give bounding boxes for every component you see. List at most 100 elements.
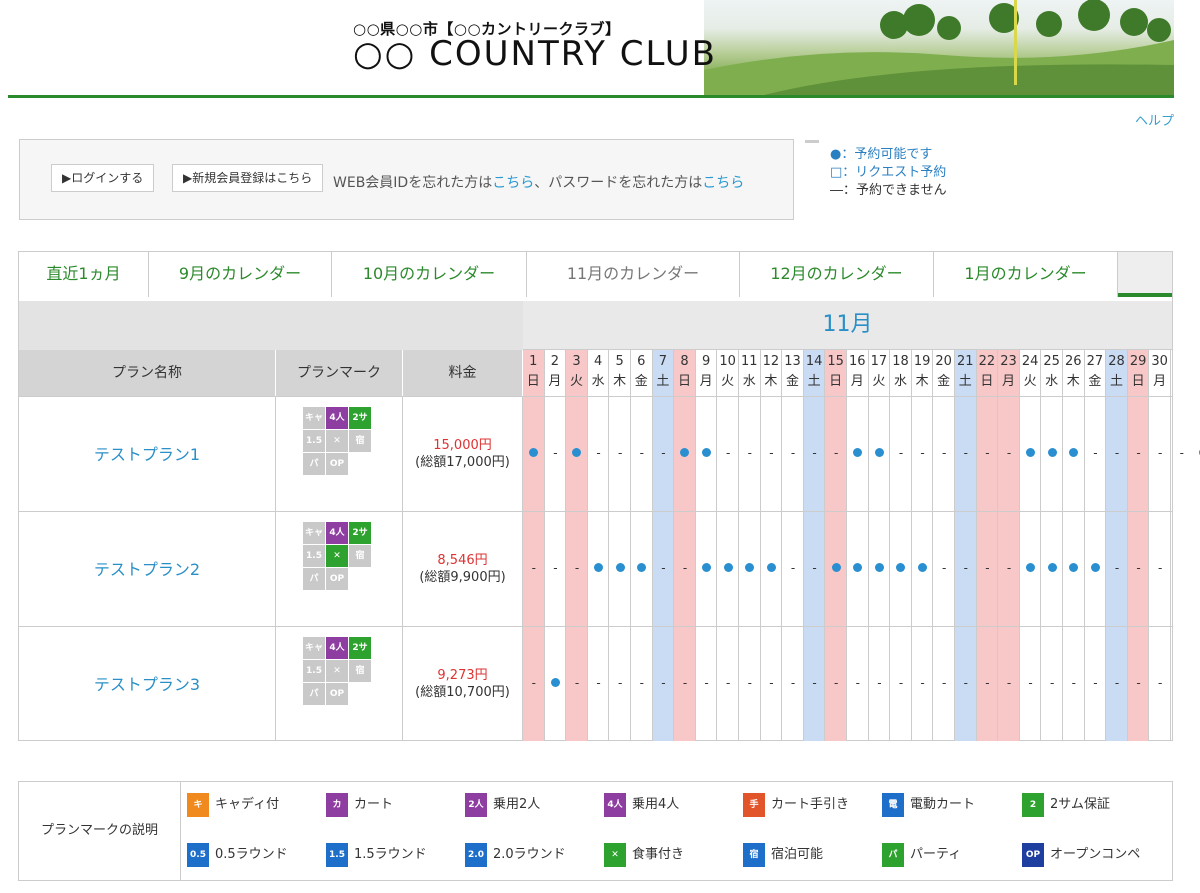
day-number: 14 [805,354,823,369]
availability-cell[interactable] [739,561,761,575]
plan-mark-legend-text: 2.0ラウンド [493,847,566,862]
party-icon: パ [882,842,904,867]
plan-mark-icon: 1.5 [303,430,325,452]
tab-1[interactable]: 直近1ヵ月 [19,252,149,297]
availability-cell[interactable] [1085,561,1107,575]
available-dot[interactable] [874,447,884,457]
plan-mark-legend-item: 0.5 0.5ラウンド [187,842,288,868]
tab-6[interactable]: 1月のカレンダー [934,252,1118,297]
availability-cell[interactable] [696,446,718,460]
available-dot[interactable] [918,562,928,572]
availability-cell[interactable] [566,446,588,460]
availability-cell: - [747,675,752,690]
available-dot[interactable] [594,562,604,572]
available-dot[interactable] [637,562,647,572]
help-link[interactable]: ヘルプ [1135,110,1174,129]
availability-cell[interactable] [912,561,934,575]
availability-cell[interactable] [674,446,696,460]
availability-cell: - [963,675,968,690]
caddie-icon: キ [187,792,209,817]
price-value: 15,000円 [433,438,492,453]
day-weekday: 土 [656,374,670,389]
day-number: 9 [701,354,711,369]
plan-name-link[interactable]: テストプラン2 [19,511,276,626]
plan-name-link[interactable]: テストプラン1 [19,396,276,511]
plan-mark-legend-text: 0.5ラウンド [215,847,288,862]
available-dot[interactable] [702,562,712,572]
available-dot[interactable] [896,562,906,572]
availability-cell[interactable] [523,446,545,460]
availability-cell[interactable] [847,561,869,575]
availability-cell[interactable] [847,446,869,460]
day-number: 4 [593,354,603,369]
plan-mark-legend-item: ✕ 食事付き [604,842,684,868]
availability-cell: - [682,675,688,690]
day-number: 1 [529,354,538,369]
availability-cell[interactable] [696,561,718,575]
available-dot[interactable] [550,677,560,687]
available-dot[interactable] [702,447,712,457]
plan-mark-legend-label: プランマークの説明 [19,782,181,880]
tab-4[interactable]: 11月のカレンダー [527,252,740,297]
available-dot[interactable] [1026,562,1036,572]
available-dot[interactable] [1047,447,1057,457]
availability-cell[interactable] [761,561,783,575]
availability-cell[interactable] [1020,446,1042,460]
available-dot[interactable] [680,447,690,457]
day-number: 8 [680,354,689,369]
available-dot[interactable] [1069,562,1079,572]
month-label: 11月 [523,301,1172,350]
available-dot[interactable] [766,562,776,572]
plan-mark-legend-item: 電電動カート [882,792,975,818]
forgot-id-link[interactable]: こちら [492,175,534,191]
availability-cell[interactable] [1063,446,1085,460]
available-dot[interactable] [572,447,582,457]
availability-cell[interactable] [1041,446,1063,460]
tab-3[interactable]: 10月のカレンダー [332,252,527,297]
plan-mark-icon: 2サ [349,407,371,429]
availability-cell: - [942,560,947,575]
availability-cell[interactable] [1041,561,1063,575]
availability-cell[interactable] [588,561,610,575]
availability-cell[interactable] [890,561,912,575]
divider [805,140,819,143]
available-dot[interactable] [615,562,625,572]
forgot-password-link[interactable]: こちら [702,175,744,191]
plan-mark-icon: OP [326,568,348,590]
availability-cell[interactable] [1020,561,1042,575]
plan-name-link[interactable]: テストプラン3 [19,626,276,741]
day-weekday: 木 [613,374,627,389]
available-dot[interactable] [853,447,863,457]
available-dot[interactable] [853,562,863,572]
available-dot[interactable] [745,562,755,572]
plan-mark-legend-text: オープンコンペ [1050,847,1141,862]
available-dot[interactable] [831,562,841,572]
site-header: ○○県○○市【○○カントリークラブ】 ○○ COUNTRY CLUB [8,0,1174,98]
available-dot[interactable] [1090,562,1100,572]
day-weekday: 土 [1109,374,1123,389]
availability-cell[interactable] [717,561,739,575]
register-button[interactable]: ▶新規会員登録はこちら [172,164,324,192]
tab-2[interactable]: 9月のカレンダー [149,252,332,297]
available-dot[interactable] [874,562,884,572]
col-plan-mark: プランマーク [276,350,403,396]
col-plan-name: プラン名称 [19,350,276,396]
available-dot[interactable] [1026,447,1036,457]
day-weekday: 月 [850,374,864,389]
availability-cell[interactable] [1063,561,1085,575]
tab-5[interactable]: 12月のカレンダー [740,252,934,297]
availability-cell[interactable] [1193,446,1200,460]
available-dot[interactable] [529,447,539,457]
availability-cell: - [1114,445,1120,460]
availability-cell[interactable] [631,561,653,575]
available-dot[interactable] [1069,447,1079,457]
available-dot[interactable] [1047,562,1057,572]
availability-cell[interactable] [545,676,567,690]
availability-cell[interactable] [825,561,847,575]
available-dot[interactable] [723,562,733,572]
golf-course-banner [704,0,1174,95]
availability-cell[interactable] [869,561,891,575]
availability-cell[interactable] [869,446,891,460]
availability-cell[interactable] [609,561,631,575]
login-button[interactable]: ▶ログインする [51,164,155,192]
